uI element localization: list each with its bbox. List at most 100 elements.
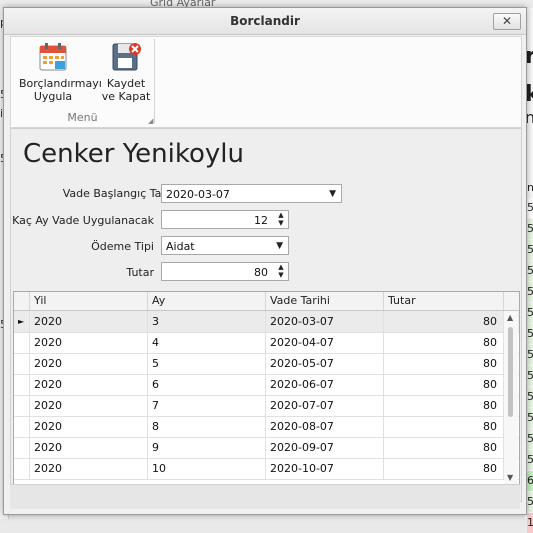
save-and-close-button[interactable]: Kaydet ve Kapat bbox=[101, 41, 151, 103]
row-indicator[interactable] bbox=[14, 374, 30, 395]
background-right-cell: 5 bbox=[527, 492, 533, 512]
background-right-cell: 5 bbox=[527, 198, 533, 218]
cell-vade-tarihi[interactable]: 2020-07-07 bbox=[266, 395, 384, 416]
spin-down-icon[interactable]: ▼ bbox=[274, 219, 288, 227]
months-label: Kaç Ay Vade Uygulanacak bbox=[12, 214, 154, 227]
cell-yil[interactable]: 2020 bbox=[30, 395, 148, 416]
cell-vade-tarihi[interactable]: 2020-06-07 bbox=[266, 374, 384, 395]
table-row[interactable]: 2020 4 2020-04-07 80 bbox=[14, 332, 519, 354]
amount-value: 80 bbox=[254, 266, 268, 279]
table-row[interactable]: 2020 5 2020-05-07 80 bbox=[14, 353, 519, 375]
cell-ay[interactable]: 7 bbox=[148, 395, 266, 416]
payment-type-value: Aidat bbox=[166, 240, 195, 253]
cell-yil[interactable]: 2020 bbox=[30, 416, 148, 437]
close-button[interactable]: ✕ bbox=[493, 13, 521, 30]
cell-ay[interactable]: 8 bbox=[148, 416, 266, 437]
scroll-up-icon[interactable]: ▲ bbox=[507, 313, 513, 322]
table-row[interactable]: 2020 7 2020-07-07 80 bbox=[14, 395, 519, 417]
background-right-cell: 5 bbox=[527, 450, 533, 470]
cell-tutar[interactable]: 80 bbox=[384, 458, 504, 479]
grid-column-vade-tarihi[interactable]: Vade Tarihi bbox=[266, 292, 384, 310]
payment-type-select[interactable]: Aidat ▼ bbox=[161, 236, 289, 255]
start-date-picker[interactable]: 2020-03-07 ▼ bbox=[161, 184, 342, 203]
background-right-cell: 5 bbox=[527, 324, 533, 344]
table-row[interactable]: 2020 8 2020-08-07 80 bbox=[14, 416, 519, 438]
months-spinner[interactable]: 12 ▲ ▼ bbox=[161, 210, 289, 229]
status-bar bbox=[10, 484, 520, 509]
chevron-down-icon[interactable]: ▼ bbox=[276, 237, 283, 256]
group-launcher-icon[interactable]: ◢ bbox=[148, 117, 153, 125]
row-indicator[interactable] bbox=[14, 416, 30, 437]
cell-yil[interactable]: 2020 bbox=[30, 458, 148, 479]
amount-spin-buttons[interactable]: ▲ ▼ bbox=[274, 263, 288, 280]
grid-column-ay[interactable]: Ay bbox=[148, 292, 266, 310]
background-right-cell: 6 bbox=[527, 471, 533, 491]
cell-yil[interactable]: 2020 bbox=[30, 437, 148, 458]
ribbon-group-separator bbox=[154, 39, 155, 123]
cell-tutar[interactable]: 80 bbox=[384, 416, 504, 437]
background-right-cell: 5 bbox=[527, 261, 533, 281]
cell-vade-tarihi[interactable]: 2020-08-07 bbox=[266, 416, 384, 437]
background-right-cell: 5 bbox=[527, 240, 533, 260]
window-title: Borclandir bbox=[230, 14, 300, 28]
cell-yil[interactable]: 2020 bbox=[30, 332, 148, 353]
ribbon: Borçlandırmayı Uygula Kaydet ve Kapat Me… bbox=[10, 36, 522, 128]
cell-vade-tarihi[interactable]: 2020-03-07 bbox=[266, 311, 384, 332]
cell-tutar[interactable]: 80 bbox=[384, 395, 504, 416]
cell-vade-tarihi[interactable]: 2020-05-07 bbox=[266, 353, 384, 374]
scrollbar-thumb[interactable] bbox=[508, 327, 513, 417]
ribbon-group-label: Menü bbox=[67, 111, 98, 124]
cell-yil[interactable]: 2020 bbox=[30, 311, 148, 332]
cell-yil[interactable]: 2020 bbox=[30, 374, 148, 395]
installments-grid[interactable]: Yil Ay Vade Tarihi Tutar ► 2020 3 2020-03-0… bbox=[13, 291, 520, 489]
grid-column-tutar[interactable]: Tutar bbox=[384, 292, 504, 310]
title-bar[interactable]: Borclandir ✕ bbox=[4, 8, 526, 35]
cell-ay[interactable]: 10 bbox=[148, 458, 266, 479]
spin-up-icon[interactable]: ▲ bbox=[274, 263, 288, 271]
cell-ay[interactable]: 5 bbox=[148, 353, 266, 374]
cell-tutar[interactable]: 80 bbox=[384, 374, 504, 395]
cell-tutar[interactable]: 80 bbox=[384, 311, 504, 332]
save-and-close-label: Kaydet ve Kapat bbox=[101, 77, 151, 103]
scroll-down-icon[interactable]: ▼ bbox=[507, 473, 513, 482]
months-spin-buttons[interactable]: ▲ ▼ bbox=[274, 211, 288, 228]
cell-ay[interactable]: 6 bbox=[148, 374, 266, 395]
row-indicator[interactable] bbox=[14, 458, 30, 479]
cell-tutar[interactable]: 80 bbox=[384, 332, 504, 353]
row-indicator[interactable] bbox=[14, 332, 30, 353]
table-row[interactable]: 2020 10 2020-10-07 80 bbox=[14, 458, 519, 480]
cell-tutar[interactable]: 80 bbox=[384, 437, 504, 458]
close-icon: ✕ bbox=[501, 14, 513, 28]
cell-ay[interactable]: 9 bbox=[148, 437, 266, 458]
cell-ay[interactable]: 4 bbox=[148, 332, 266, 353]
save-close-icon bbox=[112, 43, 141, 71]
apply-debt-button-label: Borçlandırmayı Uygula bbox=[19, 77, 102, 103]
spin-up-icon[interactable]: ▲ bbox=[274, 211, 288, 219]
cell-ay[interactable]: 3 bbox=[148, 311, 266, 332]
background-right-cell: 5 bbox=[527, 429, 533, 449]
table-row[interactable]: 2020 6 2020-06-07 80 bbox=[14, 374, 519, 396]
table-row[interactable]: 2020 9 2020-09-07 80 bbox=[14, 437, 519, 459]
cell-tutar[interactable]: 80 bbox=[384, 353, 504, 374]
cell-vade-tarihi[interactable]: 2020-10-07 bbox=[266, 458, 384, 479]
amount-spinner[interactable]: 80 ▲ ▼ bbox=[161, 262, 289, 281]
cell-vade-tarihi[interactable]: 2020-04-07 bbox=[266, 332, 384, 353]
amount-label: Tutar bbox=[126, 266, 154, 279]
calendar-icon bbox=[39, 43, 67, 71]
grid-vertical-scrollbar[interactable]: ▲ ▼ bbox=[504, 311, 518, 487]
background-right-cell: 5 bbox=[527, 408, 533, 428]
background-right-cell: 5 bbox=[527, 387, 533, 407]
borclandir-dialog: Borclandir ✕ Borçlandırmayı Uygula Kayde… bbox=[3, 7, 527, 515]
row-indicator[interactable] bbox=[14, 395, 30, 416]
apply-debt-button[interactable]: Borçlandırmayı Uygula bbox=[19, 41, 102, 103]
table-row[interactable]: ► 2020 3 2020-03-07 80 bbox=[14, 311, 519, 333]
chevron-down-icon[interactable]: ▼ bbox=[329, 185, 336, 204]
row-indicator[interactable] bbox=[14, 353, 30, 374]
row-indicator-icon[interactable]: ► bbox=[14, 311, 30, 332]
cell-vade-tarihi[interactable]: 2020-09-07 bbox=[266, 437, 384, 458]
spin-down-icon[interactable]: ▼ bbox=[274, 271, 288, 279]
cell-yil[interactable]: 2020 bbox=[30, 353, 148, 374]
grid-column-yil[interactable]: Yil bbox=[30, 292, 148, 310]
start-date-value: 2020-03-07 bbox=[166, 188, 230, 201]
row-indicator[interactable] bbox=[14, 437, 30, 458]
